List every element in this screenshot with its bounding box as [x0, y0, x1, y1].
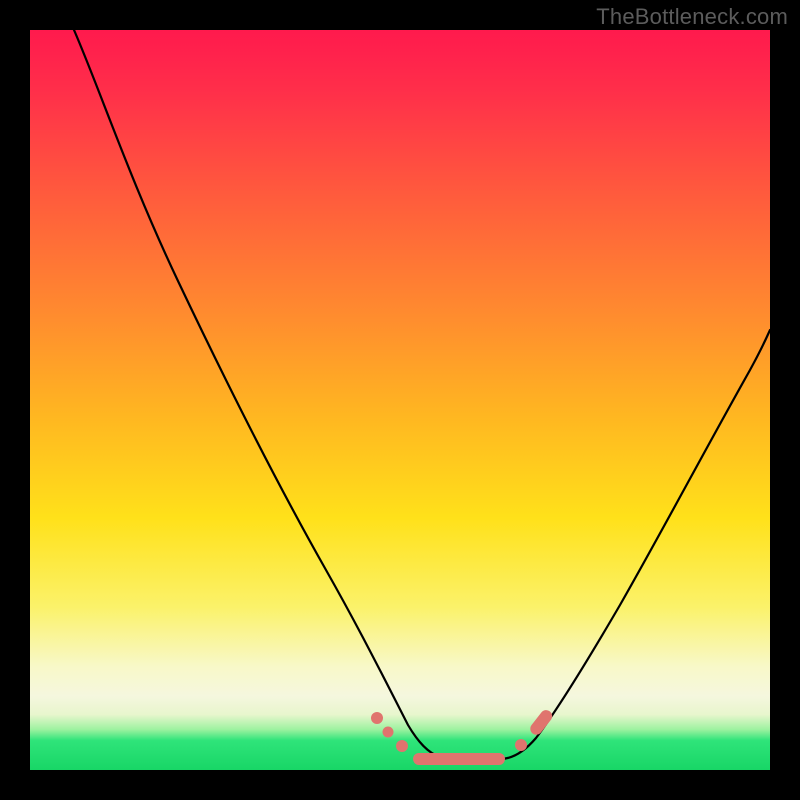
chart-curve-svg [30, 30, 770, 770]
curve-marker [371, 712, 383, 724]
curve-marker [396, 740, 408, 752]
curve-marker-pill [413, 753, 505, 765]
curve-marker [383, 727, 394, 738]
bottleneck-curve [74, 30, 770, 759]
chart-frame: TheBottleneck.com [0, 0, 800, 800]
chart-plot-area [30, 30, 770, 770]
curve-marker [515, 739, 527, 751]
watermark-text: TheBottleneck.com [596, 4, 788, 30]
